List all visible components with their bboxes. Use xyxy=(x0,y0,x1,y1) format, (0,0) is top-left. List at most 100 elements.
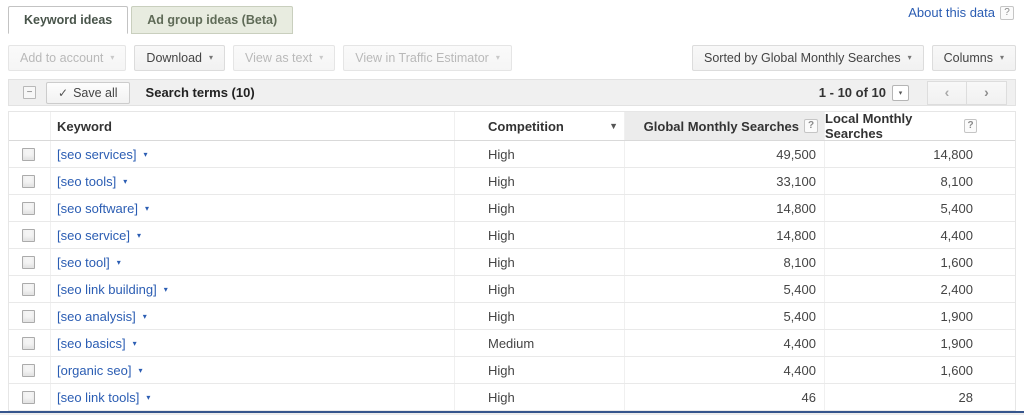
tab-keyword-ideas[interactable]: Keyword ideas xyxy=(8,6,129,34)
row-checkbox[interactable] xyxy=(22,201,35,215)
table-row: [organic seo] ▾ High 4,400 1,600 xyxy=(9,357,1015,384)
keyword-menu-icon[interactable]: ▾ xyxy=(146,393,150,402)
row-checkbox[interactable] xyxy=(22,174,35,188)
view-in-traffic-estimator-label: View in Traffic Estimator xyxy=(355,50,489,65)
add-to-account-label: Add to account xyxy=(20,50,104,65)
pagination-range: 1 - 10 of 10 xyxy=(818,85,886,100)
chevron-down-icon: ▾ xyxy=(495,52,500,62)
row-checkbox[interactable] xyxy=(22,255,35,269)
row-checkbox[interactable] xyxy=(22,363,35,377)
help-icon[interactable]: ? xyxy=(1000,5,1014,20)
local-searches-cell: 5,400 xyxy=(940,200,973,216)
keyword-menu-icon[interactable]: ▾ xyxy=(123,177,127,186)
global-searches-cell: 8,100 xyxy=(625,249,825,275)
competition-cell: High xyxy=(455,141,625,167)
download-label: Download xyxy=(146,50,203,65)
about-this-data: About this data ? xyxy=(908,5,1014,20)
keyword-link[interactable]: [seo link tools] xyxy=(57,390,139,405)
competition-cell: High xyxy=(455,384,625,410)
help-icon[interactable]: ? xyxy=(964,119,977,133)
sorted-by-button[interactable]: Sorted by Global Monthly Searches ▾ xyxy=(692,44,924,71)
competition-cell: High xyxy=(455,168,625,194)
sort-arrow-icon: ▼ xyxy=(609,121,618,131)
header-local-monthly-searches[interactable]: Local Monthly Searches ? xyxy=(825,111,1015,141)
table-row: [seo software] ▾ High 14,800 5,400 xyxy=(9,195,1015,222)
page: Keyword ideas Ad group ideas (Beta) Abou… xyxy=(0,0,1024,415)
global-searches-cell: 5,400 xyxy=(625,303,825,329)
global-searches-cell: 4,400 xyxy=(625,330,825,356)
keyword-link[interactable]: [seo services] xyxy=(57,147,136,162)
local-searches-cell: 1,600 xyxy=(940,254,973,270)
keyword-menu-icon[interactable]: ▾ xyxy=(117,258,121,267)
local-searches-cell: 28 xyxy=(958,389,973,405)
tab-ad-group-ideas[interactable]: Ad group ideas (Beta) xyxy=(131,6,294,34)
local-searches-cell: 14,800 xyxy=(933,146,973,162)
view-as-text-button[interactable]: View as text ▾ xyxy=(233,44,336,71)
chevron-down-icon: ▾ xyxy=(319,52,324,62)
keyword-link[interactable]: [seo basics] xyxy=(57,336,126,351)
prev-page-button[interactable]: ‹ xyxy=(927,80,967,105)
page-size-dropdown[interactable]: ▾ xyxy=(892,84,909,101)
keyword-menu-icon[interactable]: ▾ xyxy=(145,204,149,213)
keyword-link[interactable]: [seo software] xyxy=(57,201,138,216)
keyword-menu-icon[interactable]: ▾ xyxy=(138,366,142,375)
table-row: [seo link tools] ▾ High 46 28 xyxy=(9,384,1015,411)
competition-cell: High xyxy=(455,303,625,329)
header-competition[interactable]: Competition ▼ xyxy=(455,112,625,140)
keyword-link[interactable]: [seo service] xyxy=(57,228,130,243)
table-row: [seo service] ▾ High 14,800 4,400 xyxy=(9,222,1015,249)
view-as-text-label: View as text xyxy=(245,50,313,65)
keyword-menu-icon[interactable]: ▾ xyxy=(137,231,141,240)
table-row: [seo tool] ▾ High 8,100 1,600 xyxy=(9,249,1015,276)
competition-cell: High xyxy=(455,276,625,302)
row-checkbox[interactable] xyxy=(22,336,35,350)
keyword-link[interactable]: [seo tools] xyxy=(57,174,116,189)
download-button[interactable]: Download ▾ xyxy=(134,44,226,71)
collapse-icon[interactable]: − xyxy=(23,86,36,99)
local-searches-cell: 4,400 xyxy=(940,227,973,243)
chevron-down-icon: ▾ xyxy=(110,52,115,62)
keyword-link[interactable]: [organic seo] xyxy=(57,363,131,378)
sub-toolbar: − ✓ Save all Search terms (10) 1 - 10 of… xyxy=(8,79,1016,106)
header-checkbox-cell xyxy=(9,112,51,140)
keyword-menu-icon[interactable]: ▾ xyxy=(133,339,137,348)
global-searches-cell: 49,500 xyxy=(625,141,825,167)
row-checkbox[interactable] xyxy=(22,228,35,242)
header-keyword[interactable]: Keyword xyxy=(51,112,455,140)
global-searches-cell: 14,800 xyxy=(625,195,825,221)
row-checkbox[interactable] xyxy=(22,309,35,323)
keyword-link[interactable]: [seo link building] xyxy=(57,282,157,297)
columns-button[interactable]: Columns ▾ xyxy=(931,44,1016,71)
pagination: 1 - 10 of 10 ▾ ‹ › xyxy=(818,80,1009,105)
keyword-link[interactable]: [seo analysis] xyxy=(57,309,136,324)
header-global-monthly-searches[interactable]: Global Monthly Searches ? xyxy=(625,112,825,140)
row-checkbox[interactable] xyxy=(22,282,35,296)
view-in-traffic-estimator-button[interactable]: View in Traffic Estimator ▾ xyxy=(343,44,512,71)
save-all-button[interactable]: ✓ Save all xyxy=(46,81,130,104)
competition-cell: High xyxy=(455,249,625,275)
global-searches-cell: 33,100 xyxy=(625,168,825,194)
chevron-down-icon: ▾ xyxy=(999,52,1004,62)
keyword-menu-icon[interactable]: ▾ xyxy=(164,285,168,294)
local-searches-cell: 2,400 xyxy=(940,281,973,297)
save-all-label: Save all xyxy=(73,85,118,100)
help-icon[interactable]: ? xyxy=(804,119,818,133)
global-searches-cell: 46 xyxy=(625,384,825,410)
columns-label: Columns xyxy=(943,50,993,65)
row-checkbox[interactable] xyxy=(22,390,35,404)
competition-cell: High xyxy=(455,222,625,248)
local-searches-cell: 1,900 xyxy=(940,335,973,351)
next-page-button[interactable]: › xyxy=(967,80,1007,105)
keyword-menu-icon[interactable]: ▾ xyxy=(143,312,147,321)
row-checkbox[interactable] xyxy=(22,147,35,161)
keyword-menu-icon[interactable]: ▾ xyxy=(143,150,147,159)
local-searches-cell: 1,900 xyxy=(940,308,973,324)
competition-cell: High xyxy=(455,357,625,383)
keyword-link[interactable]: [seo tool] xyxy=(57,255,110,270)
add-to-account-button[interactable]: Add to account ▾ xyxy=(8,44,127,71)
about-this-data-link[interactable]: About this data xyxy=(908,5,995,20)
toolbar: Add to account ▾ Download ▾ View as text… xyxy=(8,44,1016,71)
top-tab-bar: Keyword ideas Ad group ideas (Beta) Abou… xyxy=(0,0,1024,34)
chevron-down-icon: ▾ xyxy=(209,52,214,62)
table-row: [seo analysis] ▾ High 5,400 1,900 xyxy=(9,303,1015,330)
